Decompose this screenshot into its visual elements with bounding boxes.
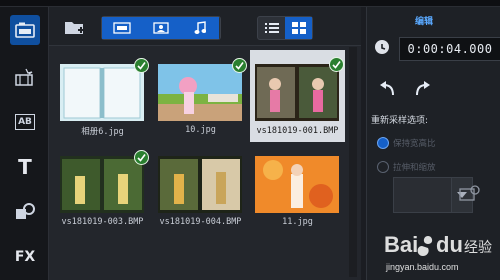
keep-aspect-label: 保持宽高比 [393,139,436,149]
thumbnail-caption: 10.jpg [185,125,216,135]
thumbnail-item[interactable]: 11.jpg [250,149,345,234]
fx-icon: FX [14,249,36,265]
thumbnail-caption: 相册6.jpg [81,127,124,137]
svg-text:jingyan.baidu.com: jingyan.baidu.com [385,262,459,272]
checked-icon [134,58,149,73]
media-icon [15,22,35,38]
tab-edit[interactable]: 编辑 [415,14,433,27]
baidu-jingyan-watermark: Bai du 经验 jingyan.baidu.com [384,232,492,272]
clock-icon [375,40,389,54]
library-toolbar [49,7,361,46]
transition-icon: AB [15,114,35,130]
media-library-button[interactable] [10,15,40,45]
list-icon [264,23,279,33]
thumbnail-item[interactable]: 相册6.jpg [55,57,150,142]
thumbnail-item[interactable]: vs181019-003.BMP [55,149,150,234]
thumbnail-caption: vs181019-001.BMP [256,126,339,136]
thumbnail-item[interactable]: vs181019-004.BMP [153,149,248,234]
folder-add-icon [65,22,84,34]
preset-combo[interactable] [393,177,453,213]
title-button[interactable]: T [10,152,40,182]
rotate-left-icon[interactable] [377,81,397,97]
thumbnail-item-selected[interactable]: vs181019-001.BMP [250,50,345,142]
grid-icon [291,22,306,34]
resample-options-label: 重新采样选项: [371,116,429,126]
thumbnail-image [60,64,144,121]
filter-audio-button[interactable] [180,17,219,39]
graphics-icon [16,203,35,219]
thumbnail-item[interactable]: 10.jpg [153,57,248,142]
photo-icon [152,22,169,34]
left-tool-rail: AB T FX [0,7,49,280]
thumbnail-caption: 11.jpg [282,217,313,227]
list-view-button[interactable] [258,17,285,39]
svg-text:du: du [436,232,463,257]
thumbnail-caption: vs181019-004.BMP [159,217,242,227]
wand-film-icon [15,68,33,86]
checked-icon [134,150,149,165]
thumbnail-image [255,156,339,213]
filter-fx-button[interactable]: FX [10,242,40,272]
filter-video-button[interactable] [102,17,141,39]
customize-icon[interactable] [459,185,481,201]
stretch-label: 拉伸和缩放 [393,163,436,173]
thumbnail-image [158,156,242,213]
music-note-icon [194,21,206,34]
filter-photo-button[interactable] [141,17,180,39]
thumbnail-image [60,156,144,213]
graphics-button[interactable] [10,197,40,227]
instant-project-button[interactable] [10,62,40,92]
checked-icon [232,58,247,73]
keep-aspect-radio[interactable] [377,137,389,149]
media-filter-group [101,16,221,40]
duration-timecode[interactable]: 0:00:04.000 [399,37,500,61]
media-library: 相册6.jpg 10.jpg vs181019-001.BMP vs181019… [49,7,361,280]
title-icon: T [18,155,32,179]
svg-text:Bai: Bai [384,232,418,257]
transition-button[interactable]: AB [10,107,40,137]
rotate-right-icon[interactable] [413,81,433,97]
thumbnail-image [255,64,339,121]
thumbnail-caption: vs181019-003.BMP [61,217,144,227]
window-top-bar [0,0,500,7]
video-icon [112,22,131,34]
library-scrollbar[interactable] [349,47,357,277]
thumbnail-image [158,64,242,121]
grid-view-button[interactable] [285,17,312,39]
add-folder-button[interactable] [63,16,87,38]
svg-text:经验: 经验 [464,240,492,256]
stretch-radio[interactable] [377,161,389,173]
checked-icon [329,57,344,72]
view-mode-group [257,16,313,40]
